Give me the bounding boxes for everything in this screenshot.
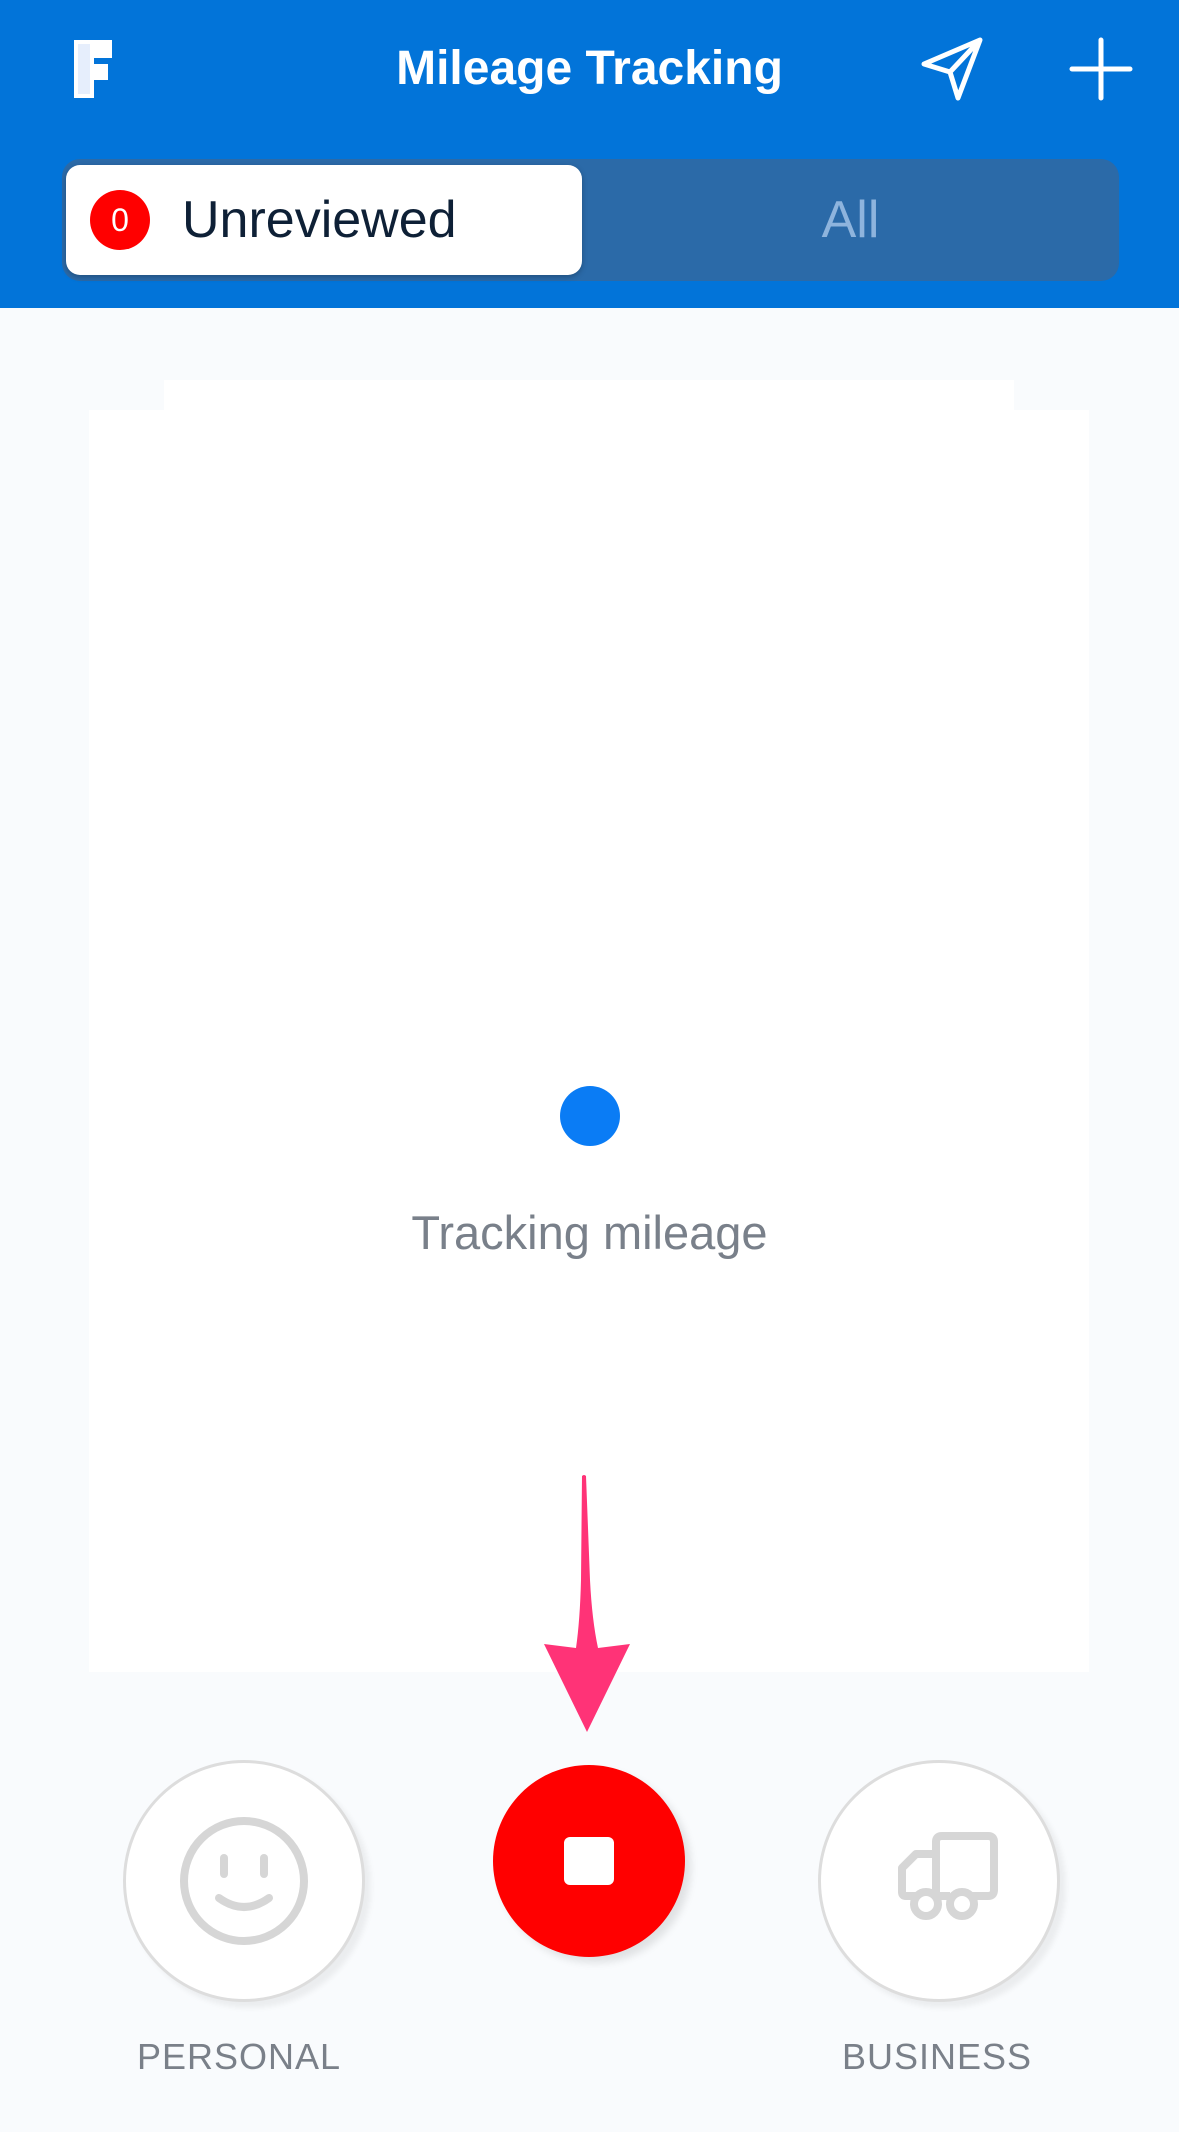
tab-unreviewed-label: Unreviewed (182, 191, 457, 249)
unreviewed-count-badge: 0 (90, 190, 150, 250)
plus-icon (1069, 37, 1133, 101)
smiley-face-icon (180, 1817, 308, 1945)
business-label: BUSINESS (841, 2036, 1033, 2077)
send-button[interactable] (918, 34, 988, 104)
pointer-arrow-icon (544, 1475, 630, 1732)
personal-button[interactable] (123, 1760, 365, 2002)
filter-segmented-control: 0 Unreviewed All (62, 159, 1119, 281)
app-header: Mileage Tracking 0 Unreviewed All (0, 0, 1179, 308)
page-title: Mileage Tracking (396, 42, 783, 95)
business-button[interactable] (818, 1760, 1060, 2002)
tab-all[interactable]: All (582, 165, 1119, 275)
add-trip-button[interactable] (1068, 36, 1134, 102)
personal-label: PERSONAL (136, 2036, 342, 2077)
tab-unreviewed[interactable]: 0 Unreviewed (66, 165, 582, 275)
stop-tracking-button[interactable] (493, 1765, 685, 1957)
tab-all-label: All (821, 191, 880, 249)
tracking-indicator-dot (560, 1086, 620, 1146)
paper-plane-icon (921, 37, 983, 101)
stop-icon (564, 1837, 614, 1885)
truck-icon (898, 1832, 998, 1920)
f-logo-icon (74, 40, 112, 98)
tracking-status-text: Tracking mileage (411, 1206, 768, 1259)
